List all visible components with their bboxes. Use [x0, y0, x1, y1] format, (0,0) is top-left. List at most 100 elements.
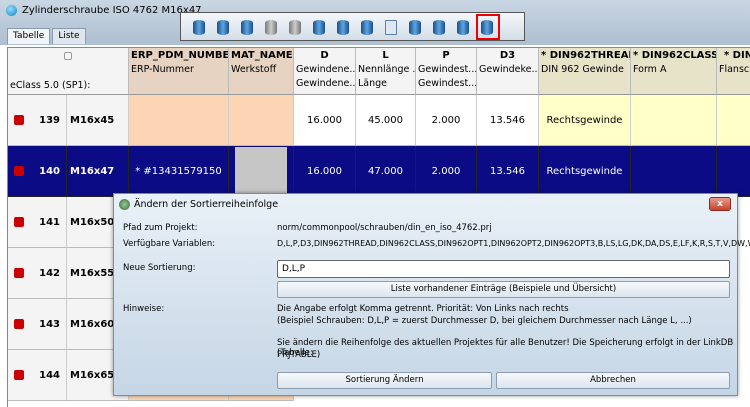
db-edit-icon[interactable] [431, 17, 449, 37]
column-name: D [320, 50, 329, 61]
window-title-bar: Zylinderschraube ISO 4762 M16x47 [6, 5, 202, 16]
column-label: DIN 962 Gewinde [541, 64, 624, 75]
column-label-2: Gewindene... [296, 78, 356, 89]
path-value: norm/commonpool/schrauben/din_en_iso_476… [277, 223, 492, 233]
l-cell[interactable]: 45.000 [356, 95, 416, 146]
l-cell[interactable]: 47.000 [356, 146, 416, 197]
row-number: 140 [39, 165, 60, 177]
status-icon [14, 268, 24, 278]
row-header-corner: eClass 5.0 (SP1): [8, 48, 129, 95]
row-status-cell[interactable]: 140 [8, 146, 67, 197]
p-cell[interactable]: 2.000 [416, 95, 477, 146]
row-status-cell[interactable]: 141 [8, 197, 67, 248]
db-icon[interactable] [239, 17, 257, 37]
column-name: D3 [499, 50, 516, 61]
p-cell[interactable]: 2.000 [416, 146, 477, 197]
db-add-red-icon[interactable] [407, 17, 425, 37]
column-header[interactable]: P Gewindest... Gewindest... [416, 48, 477, 95]
flange-cell[interactable] [717, 146, 750, 197]
app-icon [6, 5, 17, 16]
row-status-cell[interactable]: 143 [8, 299, 67, 350]
d3-cell[interactable]: 13.546 [477, 146, 539, 197]
change-sort-button[interactable]: Sortierung Ändern [277, 372, 492, 389]
column-name: * DIN9 [723, 50, 750, 61]
table-view-icon[interactable] [383, 17, 401, 37]
column-name: MAT_NAME [231, 50, 293, 61]
column-label: Werkstoff [231, 64, 277, 75]
hint-line-2: (Beispiel Schrauben: D,L,P = zuerst Durc… [277, 316, 692, 326]
column-header[interactable]: * DIN962CLASS Form A [631, 48, 717, 95]
column-label-2: Gewindest... [418, 78, 477, 89]
close-button[interactable]: x [709, 197, 731, 211]
row-status-cell[interactable]: 144 [8, 350, 67, 401]
column-label: Gewindene... [296, 64, 356, 75]
d3-cell[interactable]: 13.546 [477, 95, 539, 146]
status-icon [14, 217, 24, 227]
column-label: Nennlänge ... [358, 64, 416, 75]
classification-label: eClass 5.0 (SP1): [10, 80, 91, 91]
dialog-title-bar: Ändern der Sortierreiheinfolge [114, 194, 737, 214]
hints-label: Hinweise: [123, 304, 165, 314]
hint-line-3: Sie ändern die Reihenfolge des aktuellen… [277, 338, 734, 358]
cancel-button[interactable]: Abbrechen [496, 372, 730, 389]
row-status-cell[interactable]: 139 [8, 95, 67, 146]
column-label: Flansch [719, 64, 750, 75]
hint-line-4: PRJTABLE) [277, 350, 321, 360]
variables-label: Verfügbare Variablen: [123, 239, 216, 249]
db-mail-icon[interactable] [311, 17, 329, 37]
row-number: 144 [39, 369, 60, 381]
db-key-icon[interactable] [191, 17, 209, 37]
class-cell[interactable] [631, 95, 717, 146]
erp-cell[interactable] [129, 95, 229, 146]
toolbar [180, 12, 525, 41]
column-header[interactable]: * DIN962THREAD DIN 962 Gewinde [539, 48, 631, 95]
column-name: ERP_PDM_NUMBER [131, 50, 229, 61]
status-icon [14, 370, 24, 380]
db-users-icon[interactable] [215, 17, 233, 37]
db-arrow-grey-icon[interactable] [263, 17, 281, 37]
column-label: Gewindeke... [479, 64, 539, 75]
filter-icon[interactable] [64, 52, 72, 60]
column-header[interactable]: L Nennlänge ... Länge [356, 48, 416, 95]
flange-cell[interactable] [717, 95, 750, 146]
thread-cell[interactable]: Rechtsgewinde [539, 146, 631, 197]
column-header[interactable]: ERP_PDM_NUMBER ERP-Nummer [129, 48, 229, 95]
path-label: Pfad zum Projekt: [123, 223, 198, 233]
column-name: P [442, 50, 450, 61]
material-cell[interactable] [229, 95, 294, 146]
status-icon [14, 115, 24, 125]
material-cell[interactable] [229, 146, 294, 197]
list-entries-button[interactable]: Liste vorhandener Einträge (Beispiele un… [277, 281, 730, 298]
db-add-icon[interactable] [335, 17, 353, 37]
erp-cell[interactable]: * #13431579150 [129, 146, 229, 197]
column-header[interactable]: * DIN9 Flansch [717, 48, 750, 95]
dialog-icon [119, 198, 130, 210]
db-help-icon[interactable] [359, 17, 377, 37]
tab-liste[interactable]: Liste [52, 28, 86, 44]
variables-value: D,L,P,D3,DIN962THREAD,DIN962CLASS,DIN962… [277, 239, 750, 248]
column-name: * DIN962THREAD [541, 50, 631, 61]
tab-tabelle[interactable]: Tabelle [7, 28, 51, 44]
sort-input[interactable] [277, 260, 730, 278]
column-label: ERP-Nummer [131, 64, 194, 75]
db-sort-az-icon[interactable] [476, 13, 500, 40]
column-header[interactable]: MAT_NAME Werkstoff [229, 48, 294, 95]
class-cell[interactable] [631, 146, 717, 197]
row-number: 139 [39, 114, 60, 126]
column-header[interactable]: D3 Gewindeke... [477, 48, 539, 95]
name-cell[interactable]: M16x45 [67, 95, 129, 146]
d-cell[interactable]: 16.000 [294, 146, 356, 197]
column-label: Gewindest... [418, 64, 477, 75]
material-image [235, 146, 287, 196]
column-header[interactable]: D Gewindene... Gewindene... [294, 48, 356, 95]
db-info-icon[interactable] [455, 17, 473, 37]
db-delete-grey-icon[interactable] [287, 17, 305, 37]
window-title: Zylinderschraube ISO 4762 M16x47 [22, 5, 202, 16]
thread-cell[interactable]: Rechtsgewinde [539, 95, 631, 146]
row-number: 143 [39, 318, 60, 330]
name-cell[interactable]: M16x47 [67, 146, 129, 197]
sort-order-dialog: Ändern der Sortierreiheinfolge x Pfad zu… [113, 193, 750, 396]
row-status-cell[interactable]: 142 [8, 248, 67, 299]
dialog-title: Ändern der Sortierreiheinfolge [134, 198, 279, 210]
d-cell[interactable]: 16.000 [294, 95, 356, 146]
